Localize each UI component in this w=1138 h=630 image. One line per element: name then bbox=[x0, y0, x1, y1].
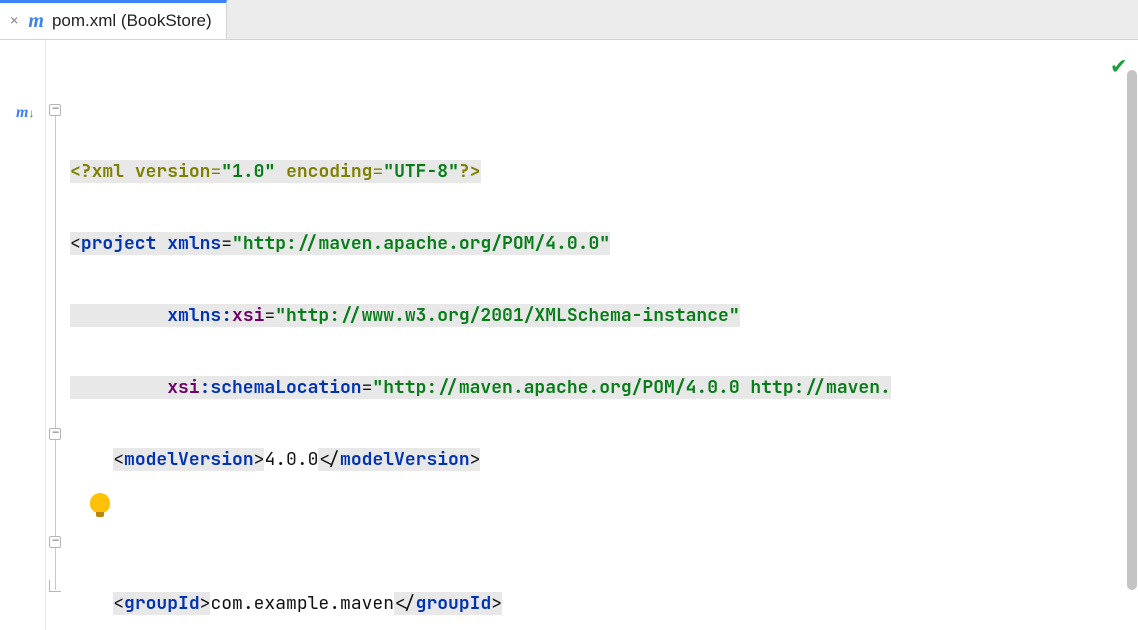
icon-gutter[interactable]: m↓ bbox=[0, 40, 46, 630]
intention-bulb-icon[interactable] bbox=[90, 493, 110, 513]
tab-bar: ✕ m pom.xml (BookStore) bbox=[0, 0, 1138, 40]
tab-title: pom.xml (BookStore) bbox=[52, 11, 212, 31]
fold-toggle-modules-end[interactable] bbox=[49, 536, 61, 548]
code-line[interactable]: <project xmlns="http://maven.apache.org/… bbox=[66, 226, 1138, 262]
maven-gutter-icon[interactable]: m↓ bbox=[16, 104, 34, 122]
maven-file-icon: m bbox=[28, 11, 44, 31]
editor-tab-active[interactable]: ✕ m pom.xml (BookStore) bbox=[0, 0, 227, 39]
code-line[interactable]: xmlns:xsi="http://www.w3.org/2001/XMLSch… bbox=[66, 298, 1138, 334]
code-line[interactable]: xsi:schemaLocation="http://maven.apache.… bbox=[66, 370, 1138, 406]
fold-toggle-modules[interactable] bbox=[49, 428, 61, 440]
code-editor[interactable]: <?xml version="1.0" encoding="UTF-8"?> <… bbox=[66, 40, 1138, 630]
fold-end-project bbox=[49, 580, 61, 592]
close-icon[interactable]: ✕ bbox=[10, 12, 20, 30]
fold-guide-line bbox=[55, 116, 56, 590]
code-line[interactable]: <groupId>com.example.maven</groupId> bbox=[66, 586, 1138, 622]
maven-gutter-arrow: ↓ bbox=[28, 106, 34, 120]
maven-gutter-letter: m bbox=[16, 104, 28, 121]
code-line[interactable] bbox=[66, 514, 1138, 550]
editor-main: m↓ <?xml version="1.0" encoding="UTF-8"?… bbox=[0, 40, 1138, 630]
code-line[interactable]: <?xml version="1.0" encoding="UTF-8"?> bbox=[66, 154, 1138, 190]
fold-gutter[interactable] bbox=[46, 40, 66, 630]
fold-toggle-project[interactable] bbox=[49, 104, 61, 116]
code-line[interactable]: <modelVersion>4.0.0</modelVersion> bbox=[66, 442, 1138, 478]
